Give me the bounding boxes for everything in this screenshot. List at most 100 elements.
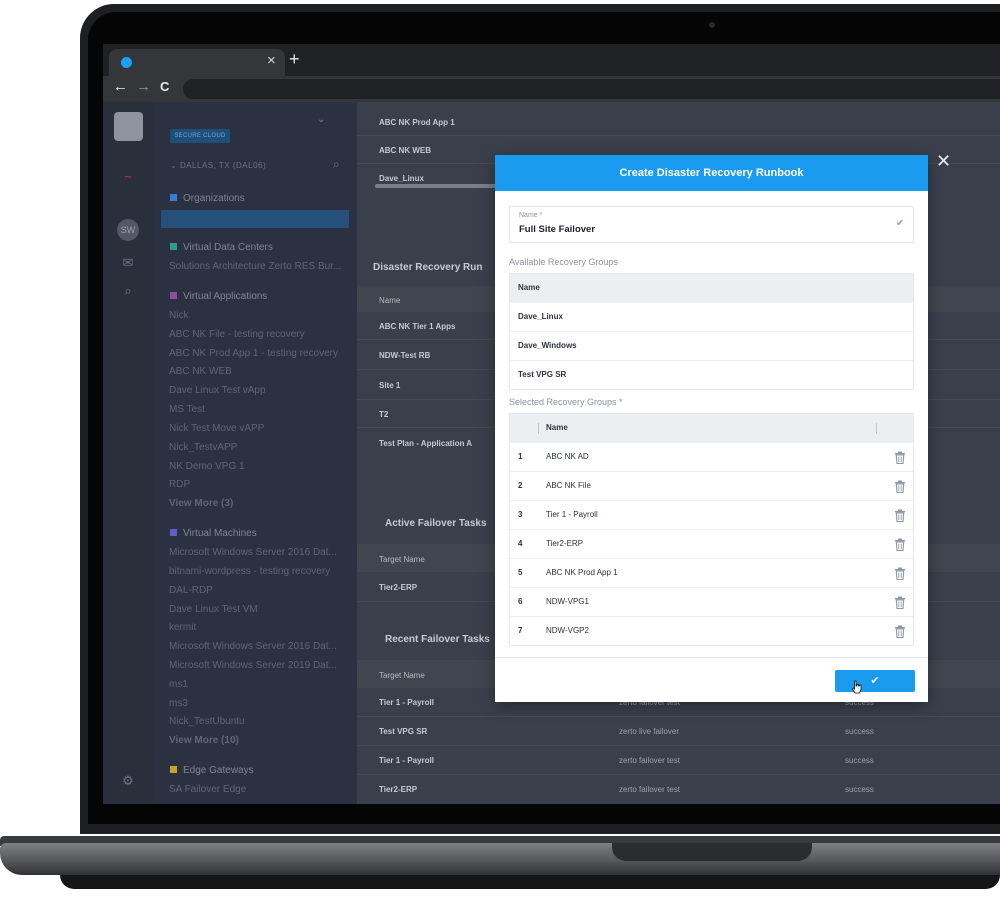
sidebar-item-vapp[interactable]: Nick Test Move vAPP [169,423,264,434]
sidebar-item-vapp[interactable]: RDP [169,479,190,490]
screen: × + ← → C ~ SW ✉ ⌕ ⚙ SECURE CLOUD ⌄ ⌄ DA… [103,44,1000,804]
create-runbook-dialog: Create Disaster Recovery Runbook Name * … [495,155,928,702]
name-field-label: Name * [519,212,543,219]
laptop-underside [60,875,1000,889]
trash-icon[interactable] [894,509,906,522]
trash-icon[interactable] [894,538,906,551]
back-arrow-icon[interactable]: ← [113,78,128,95]
edge-gateways-heading[interactable]: Edge Gateways [170,765,254,776]
sidebar-item-vapp[interactable]: NK Demo VPG 1 [169,461,245,472]
activity-icon[interactable]: ~ [119,168,137,186]
selected-organization[interactable] [161,210,349,228]
hand-cursor-icon [851,680,862,694]
selected-group-row[interactable]: 4 Tier2-ERP [510,529,913,558]
sidebar-item-vm[interactable]: kermit [169,622,196,633]
laptop-notch [612,843,812,861]
table-row[interactable]: Tier2-ERP zerto failover test success [357,775,1000,804]
sidebar-item-vapp[interactable]: ABC NK WEB [169,366,232,377]
horizontal-scrollbar[interactable] [375,184,505,188]
selected-group-row[interactable]: 6 NDW-VPG1 [510,587,913,616]
selected-group-row[interactable]: 7 NDW-VGP2 [510,616,913,645]
trash-icon[interactable] [894,567,906,580]
location-selector[interactable]: ⌄ DALLAS, TX (DAL06) [170,161,266,170]
selected-group-row[interactable]: 5 ABC NK Prod App 1 [510,558,913,587]
forward-arrow-icon[interactable]: → [136,78,151,95]
vdc-heading[interactable]: Virtual Data Centers [170,242,273,253]
dialog-footer-divider [495,657,928,658]
sidebar-item-vm[interactable]: DAL-RDP [169,585,213,596]
sidebar-item-vm[interactable]: Microsoft Windows Server 2016 Dat... [169,641,337,652]
user-avatar[interactable]: SW [117,219,139,241]
column-separator [876,423,877,434]
sidebar-item-vm[interactable]: Microsoft Windows Server 2016 Dat... [169,547,337,558]
webcam [709,22,715,28]
chevron-down-icon[interactable]: ⌄ [317,114,325,125]
name-field-value[interactable]: Full Site Failover [519,224,595,235]
column-separator [538,423,539,434]
sidebar-item-vm[interactable]: Nick_TestUbuntu [169,716,245,727]
vms-view-more-link[interactable]: View More (10) [169,735,239,746]
new-tab-button[interactable]: + [289,49,300,70]
sidebar-item-vm[interactable]: ms1 [169,679,188,690]
sidebar-item-vm[interactable]: bitnami-wordpress - testing recovery [169,566,330,577]
vapps-view-more-link[interactable]: View More (3) [169,498,233,509]
active-tasks-title: Active Failover Tasks [385,518,487,529]
close-modal-icon[interactable]: ✕ [936,151,951,172]
sidebar-item-vm[interactable]: Microsoft Windows Server 2019 Dat... [169,660,337,671]
sidebar-item-vapp[interactable]: ABC NK Prod App 1 - testing recovery [169,348,338,359]
sidebar-item-vapp[interactable]: Nick_TestvAPP [169,442,237,453]
runbooks-section-title: Disaster Recovery Run [373,262,483,273]
sidebar-item-vapp[interactable]: Dave Linux Test vApp [169,385,266,396]
location-label: DALLAS, TX (DAL06) [179,161,267,170]
site-badge[interactable]: SECURE CLOUD [170,129,230,143]
selected-group-row[interactable]: 2 ABC NK File [510,471,913,500]
sidebar-item-vapp[interactable]: Nick [169,310,188,321]
vms-heading[interactable]: Virtual Machines [170,528,257,539]
browser-toolbar: ← → C [103,76,1000,102]
address-bar[interactable] [183,79,1000,99]
app-logo-icon[interactable] [114,112,143,141]
browser-tab[interactable]: × [109,49,285,76]
laptop-base [0,843,1000,875]
dialog-title: Create Disaster Recovery Runbook [495,155,928,191]
table-row[interactable]: Test VPG SR zerto live failover success [357,717,1000,746]
selected-groups-table: Name 1 ABC NK AD 2 ABC NK File 3 Tier 1 - P… [509,413,914,646]
sidebar-item-vapp[interactable]: ABC NK File - testing recovery [169,329,305,340]
selected-group-row[interactable]: 1 ABC NK AD [510,442,913,471]
sidebar-item-vdc[interactable]: Solutions Architecture Zerto RES Bur... [169,261,341,272]
trash-icon[interactable] [894,596,906,609]
trash-icon[interactable] [894,480,906,493]
sidebar: SECURE CLOUD ⌄ ⌄ DALLAS, TX (DAL06) ⌕ Or… [153,102,357,804]
valid-check-icon: ✔ [896,218,905,229]
settings-icon[interactable]: ⚙ [119,772,137,790]
available-groups-table: Name Dave_Linux Dave_Windows Test VPG SR [509,273,914,390]
runbook-name-field[interactable]: Name * Full Site Failover ✔ [509,206,914,243]
browser-tab-strip: × + [103,44,1000,76]
trash-icon[interactable] [894,451,906,464]
recent-tasks-title: Recent Failover Tasks [385,634,490,645]
available-table-header: Name [510,274,913,302]
table-row[interactable]: Tier 1 - Payroll zerto failover test succe… [357,746,1000,775]
available-groups-caption: Available Recovery Groups [509,257,618,267]
vapps-heading[interactable]: Virtual Applications [170,291,267,302]
favicon-icon [121,57,132,68]
sidebar-search-icon[interactable]: ⌕ [333,157,340,172]
sidebar-item-vm[interactable]: ms3 [169,698,188,709]
available-group-row[interactable]: Dave_Windows [510,331,913,360]
search-icon[interactable]: ⌕ [119,282,137,300]
trash-icon[interactable] [894,625,906,638]
sidebar-item-vapp[interactable]: MS Test [169,404,205,415]
available-group-row[interactable]: Test VPG SR [510,360,913,389]
reload-icon[interactable]: C [160,79,169,94]
selected-groups-caption: Selected Recovery Groups * [509,397,623,407]
sidebar-item-vm[interactable]: Dave Linux Test VM [169,604,258,615]
selected-group-row[interactable]: 3 Tier 1 - Payroll [510,500,913,529]
confirm-button[interactable]: ✔ [835,670,915,692]
table-row[interactable]: ABC NK Prod App 1 [357,108,1000,136]
available-group-row[interactable]: Dave_Linux [510,302,913,331]
close-tab-icon[interactable]: × [267,52,276,69]
organizations-heading[interactable]: Organizations [170,193,245,204]
sidebar-item-edge[interactable]: SA Failover Edge [169,784,246,795]
mail-icon[interactable]: ✉ [119,254,137,272]
app-rail: ~ SW ✉ ⌕ ⚙ [103,102,153,804]
